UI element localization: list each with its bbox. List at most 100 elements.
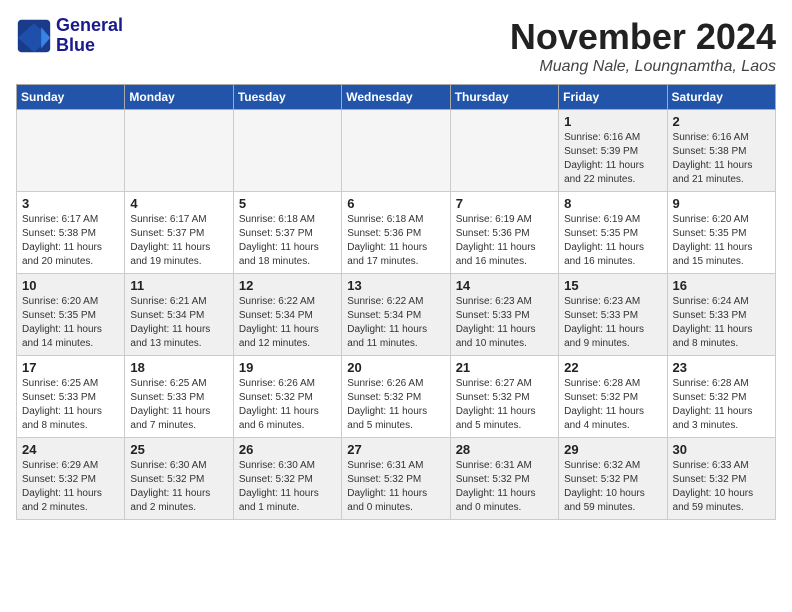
day-info: Sunrise: 6:22 AM Sunset: 5:34 PM Dayligh… [347, 295, 444, 351]
logo: General Blue [16, 16, 123, 56]
weekday-header: Sunday [17, 85, 125, 110]
calendar-table: SundayMondayTuesdayWednesdayThursdayFrid… [16, 84, 776, 520]
day-info: Sunrise: 6:30 AM Sunset: 5:32 PM Dayligh… [239, 459, 336, 515]
calendar-day-cell: 27 Sunrise: 6:31 AM Sunset: 5:32 PM Dayli… [342, 438, 450, 520]
logo-line1: General [56, 16, 123, 36]
calendar-day-cell: 6 Sunrise: 6:18 AM Sunset: 5:36 PM Daylig… [342, 192, 450, 274]
calendar-day-cell: 5 Sunrise: 6:18 AM Sunset: 5:37 PM Daylig… [233, 192, 341, 274]
calendar-day-cell: 1 Sunrise: 6:16 AM Sunset: 5:39 PM Daylig… [559, 110, 667, 192]
day-info: Sunrise: 6:21 AM Sunset: 5:34 PM Dayligh… [130, 295, 227, 351]
calendar-day-cell: 2 Sunrise: 6:16 AM Sunset: 5:38 PM Daylig… [667, 110, 775, 192]
calendar-day-cell: 9 Sunrise: 6:20 AM Sunset: 5:35 PM Daylig… [667, 192, 775, 274]
day-info: Sunrise: 6:28 AM Sunset: 5:32 PM Dayligh… [564, 377, 661, 433]
day-number: 8 [564, 196, 661, 211]
day-number: 27 [347, 442, 444, 457]
day-number: 23 [673, 360, 770, 375]
day-info: Sunrise: 6:31 AM Sunset: 5:32 PM Dayligh… [347, 459, 444, 515]
calendar-day-cell: 21 Sunrise: 6:27 AM Sunset: 5:32 PM Dayli… [450, 356, 558, 438]
day-number: 22 [564, 360, 661, 375]
day-info: Sunrise: 6:22 AM Sunset: 5:34 PM Dayligh… [239, 295, 336, 351]
calendar-day-cell: 14Sunrise: 6:23 AM Sunset: 5:33 PM Dayli… [450, 274, 558, 356]
day-number: 15 [564, 278, 661, 293]
day-number: 6 [347, 196, 444, 211]
day-info: Sunrise: 6:20 AM Sunset: 5:35 PM Dayligh… [673, 213, 770, 269]
calendar-day-cell: 4Sunrise: 6:17 AM Sunset: 5:37 PM Daylig… [125, 192, 233, 274]
weekday-header: Friday [559, 85, 667, 110]
day-info: Sunrise: 6:19 AM Sunset: 5:36 PM Dayligh… [456, 213, 553, 269]
day-info: Sunrise: 6:16 AM Sunset: 5:39 PM Dayligh… [564, 131, 661, 187]
day-info: Sunrise: 6:28 AM Sunset: 5:32 PM Dayligh… [673, 377, 770, 433]
day-info: Sunrise: 6:29 AM Sunset: 5:32 PM Dayligh… [22, 459, 119, 515]
calendar-day-cell: 26Sunrise: 6:30 AM Sunset: 5:32 PM Dayli… [233, 438, 341, 520]
day-info: Sunrise: 6:33 AM Sunset: 5:32 PM Dayligh… [673, 459, 770, 515]
day-info: Sunrise: 6:26 AM Sunset: 5:32 PM Dayligh… [347, 377, 444, 433]
calendar-day-cell: 17Sunrise: 6:25 AM Sunset: 5:33 PM Dayli… [17, 356, 125, 438]
title-block: November 2024 Muang Nale, Loungnamtha, L… [510, 16, 776, 76]
calendar-day-cell: 19Sunrise: 6:26 AM Sunset: 5:32 PM Dayli… [233, 356, 341, 438]
day-info: Sunrise: 6:26 AM Sunset: 5:32 PM Dayligh… [239, 377, 336, 433]
calendar-day-cell: 8 Sunrise: 6:19 AM Sunset: 5:35 PM Daylig… [559, 192, 667, 274]
calendar-day-cell: 18Sunrise: 6:25 AM Sunset: 5:33 PM Dayli… [125, 356, 233, 438]
day-number: 18 [130, 360, 227, 375]
calendar-day-cell: 23 Sunrise: 6:28 AM Sunset: 5:32 PM Dayli… [667, 356, 775, 438]
weekday-header: Monday [125, 85, 233, 110]
month-title: November 2024 [510, 16, 776, 58]
day-number: 9 [673, 196, 770, 211]
day-number: 14 [456, 278, 553, 293]
location: Muang Nale, Loungnamtha, Laos [510, 58, 776, 76]
calendar-week-row: 1 Sunrise: 6:16 AM Sunset: 5:39 PM Daylig… [17, 110, 776, 192]
calendar-day-cell [233, 110, 341, 192]
day-info: Sunrise: 6:32 AM Sunset: 5:32 PM Dayligh… [564, 459, 661, 515]
calendar-day-cell: 28 Sunrise: 6:31 AM Sunset: 5:32 PM Dayli… [450, 438, 558, 520]
day-number: 28 [456, 442, 553, 457]
weekday-header: Wednesday [342, 85, 450, 110]
day-info: Sunrise: 6:19 AM Sunset: 5:35 PM Dayligh… [564, 213, 661, 269]
day-number: 29 [564, 442, 661, 457]
day-number: 2 [673, 114, 770, 129]
calendar-day-cell: 24 Sunrise: 6:29 AM Sunset: 5:32 PM Dayli… [17, 438, 125, 520]
calendar-day-cell [17, 110, 125, 192]
calendar-day-cell [125, 110, 233, 192]
weekday-header: Tuesday [233, 85, 341, 110]
logo-text: General Blue [56, 16, 123, 56]
calendar-day-cell: 13 Sunrise: 6:22 AM Sunset: 5:34 PM Dayli… [342, 274, 450, 356]
day-number: 24 [22, 442, 119, 457]
day-number: 25 [130, 442, 227, 457]
logo-icon [16, 18, 52, 54]
day-number: 4 [130, 196, 227, 211]
day-info: Sunrise: 6:31 AM Sunset: 5:32 PM Dayligh… [456, 459, 553, 515]
day-number: 1 [564, 114, 661, 129]
day-info: Sunrise: 6:20 AM Sunset: 5:35 PM Dayligh… [22, 295, 119, 351]
calendar-day-cell: 3 Sunrise: 6:17 AM Sunset: 5:38 PM Daylig… [17, 192, 125, 274]
calendar-day-cell: 20Sunrise: 6:26 AM Sunset: 5:32 PM Dayli… [342, 356, 450, 438]
calendar-day-cell: 12 Sunrise: 6:22 AM Sunset: 5:34 PM Dayli… [233, 274, 341, 356]
weekday-header: Saturday [667, 85, 775, 110]
day-number: 7 [456, 196, 553, 211]
day-info: Sunrise: 6:27 AM Sunset: 5:32 PM Dayligh… [456, 377, 553, 433]
day-info: Sunrise: 6:18 AM Sunset: 5:36 PM Dayligh… [347, 213, 444, 269]
day-info: Sunrise: 6:18 AM Sunset: 5:37 PM Dayligh… [239, 213, 336, 269]
calendar-week-row: 3 Sunrise: 6:17 AM Sunset: 5:38 PM Daylig… [17, 192, 776, 274]
calendar-day-cell: 29 Sunrise: 6:32 AM Sunset: 5:32 PM Dayli… [559, 438, 667, 520]
calendar-day-cell: 22 Sunrise: 6:28 AM Sunset: 5:32 PM Dayli… [559, 356, 667, 438]
day-number: 3 [22, 196, 119, 211]
day-number: 30 [673, 442, 770, 457]
day-number: 16 [673, 278, 770, 293]
page-header: General Blue November 2024 Muang Nale, L… [16, 16, 776, 76]
calendar-day-cell [342, 110, 450, 192]
day-number: 13 [347, 278, 444, 293]
day-number: 5 [239, 196, 336, 211]
day-number: 21 [456, 360, 553, 375]
day-number: 10 [22, 278, 119, 293]
day-number: 12 [239, 278, 336, 293]
day-info: Sunrise: 6:16 AM Sunset: 5:38 PM Dayligh… [673, 131, 770, 187]
day-number: 17 [22, 360, 119, 375]
day-info: Sunrise: 6:23 AM Sunset: 5:33 PM Dayligh… [564, 295, 661, 351]
calendar-week-row: 10 Sunrise: 6:20 AM Sunset: 5:35 PM Dayli… [17, 274, 776, 356]
day-info: Sunrise: 6:30 AM Sunset: 5:32 PM Dayligh… [130, 459, 227, 515]
day-info: Sunrise: 6:17 AM Sunset: 5:38 PM Dayligh… [22, 213, 119, 269]
calendar-week-row: 24 Sunrise: 6:29 AM Sunset: 5:32 PM Dayli… [17, 438, 776, 520]
calendar-day-cell: 10 Sunrise: 6:20 AM Sunset: 5:35 PM Dayli… [17, 274, 125, 356]
calendar-day-cell: 15 Sunrise: 6:23 AM Sunset: 5:33 PM Dayli… [559, 274, 667, 356]
calendar-day-cell: 25 Sunrise: 6:30 AM Sunset: 5:32 PM Dayli… [125, 438, 233, 520]
